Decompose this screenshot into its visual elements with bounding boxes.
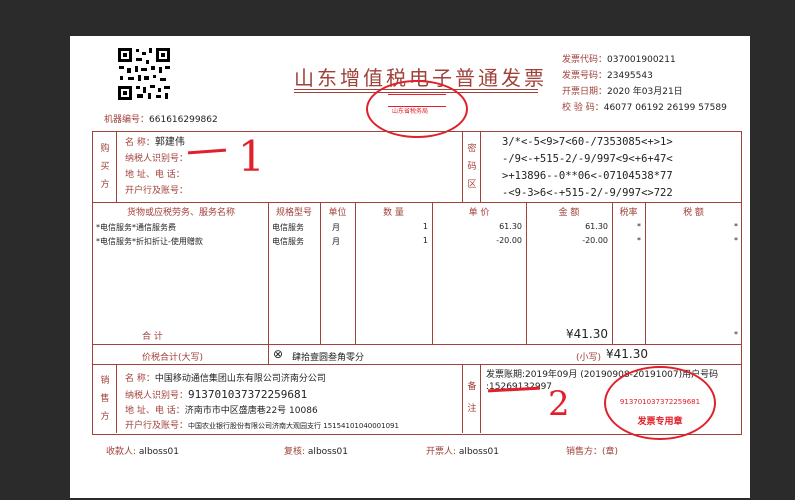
date-label: 开票日期：	[562, 87, 608, 97]
col-header-spec: 规格型号	[275, 208, 312, 218]
sum-amount: ¥41.30	[566, 327, 608, 341]
issuer-label: 开票人:	[426, 447, 457, 457]
buyer-fields: 名 称：郭建伟 纳税人识别号： 地 址、电 话： 开户行及账号：	[125, 135, 188, 199]
total-bottom-line	[92, 364, 742, 365]
review-label: 复核:	[284, 447, 306, 457]
buyer-name: 郭建伟	[154, 137, 185, 148]
machine-no-label: 机器编号：	[104, 115, 150, 125]
company-seal-no: 913701037372259681	[619, 398, 701, 406]
item-name: *电信服务*通信服务费	[96, 223, 176, 232]
buyer-tax-label: 纳税人识别号：	[125, 154, 189, 164]
date-value: 2020 年03月21日	[607, 87, 683, 97]
sum-label: 合 计	[142, 332, 163, 342]
col-header-rate: 税率	[619, 208, 638, 218]
pw-line: -/9<-+515-2/-9/997<9<+6+47<	[502, 153, 673, 165]
item-tax: *	[734, 222, 738, 231]
payee-value: alboss01	[138, 447, 179, 457]
buyer-bank-label: 开户行及账号：	[125, 186, 189, 196]
seller-bank-label: 开户行及账号：	[125, 421, 189, 431]
pw-label-divider	[480, 131, 481, 202]
item-price: 61.30	[499, 222, 522, 231]
item-unit: 月	[332, 237, 340, 246]
total-upper: 肆拾壹圆叁角零分	[292, 353, 365, 363]
total-lower-label: (小写)	[576, 353, 602, 363]
footer-issuer: 开票人: alboss01	[426, 444, 499, 457]
seller-tax-label: 纳税人识别号：	[125, 391, 189, 401]
password-area: 3/*<-5<9>7<60-/7353085<+>1> -/9<-+515-2/…	[502, 134, 673, 202]
item-rate: *	[637, 236, 641, 245]
pen-mark-1: 1	[238, 132, 265, 181]
invoice-page: 机器编号：661616299862 山东增值税电子普通发票 山东省税务局 发票代…	[70, 36, 750, 498]
check-label: 校 验 码：	[562, 103, 604, 113]
item-spec: 电信服务	[272, 223, 304, 232]
seller-name-label: 名 称：	[125, 374, 155, 384]
seller-side-label: 销 售 方	[100, 376, 110, 422]
check-value: 46077 06192 26199 57589	[603, 103, 727, 113]
remark-label-divider	[480, 364, 481, 433]
remark-side-label: 备 注	[467, 382, 477, 414]
footer-payee: 收款人: alboss01	[106, 444, 179, 457]
sum-tax: *	[734, 330, 738, 339]
pw-side-label: 密 码 区	[467, 144, 477, 190]
seller-name: 中国移动通信集团山东有限公司济南分公司	[154, 374, 326, 384]
total-top-line	[92, 344, 742, 345]
col-header-tax: 税 额	[683, 208, 704, 218]
item-tax: *	[734, 236, 738, 245]
seller-fields: 名 称：中国移动通信集团山东有限公司济南分公司 纳税人识别号：913701037…	[125, 372, 399, 434]
total-label: 价税合计(大写)	[142, 353, 204, 363]
col-header-name: 货物或应税劳务、服务名称	[126, 208, 235, 218]
seller-side-divider	[116, 364, 117, 433]
buyer-side-divider	[116, 131, 117, 202]
seller-addr-label: 地 址、电 话：	[125, 406, 185, 416]
total-divider	[268, 344, 269, 364]
col-header-unit: 单位	[328, 208, 347, 218]
footer-review: 复核: alboss01	[284, 444, 348, 457]
header-info: 发票代码：037001900211 发票号码：23495543 开票日期：202…	[562, 52, 727, 116]
col-line-unit	[320, 202, 321, 344]
item-amount: -20.00	[582, 236, 608, 245]
buyer-name-label: 名 称：	[125, 138, 155, 148]
issuer-value: alboss01	[458, 447, 499, 457]
tax-seal-text: 山东省税务局	[392, 108, 429, 115]
seller-remark-divider	[462, 364, 463, 433]
machine-no-value: 661616299862	[149, 115, 218, 125]
item-qty: 1	[422, 236, 428, 245]
seller-tax: 913701037372259681	[188, 388, 308, 401]
review-value: alboss01	[307, 447, 348, 457]
col-header-qty: 数 量	[383, 208, 404, 218]
number-value: 23495543	[607, 71, 653, 81]
machine-no: 机器编号：661616299862	[104, 112, 218, 125]
col-line-spec	[268, 202, 269, 344]
buyer-side-label: 购 买 方	[100, 144, 110, 190]
code-label: 发票代码：	[562, 55, 608, 65]
item-name: *电信服务*折扣折让-使用赠款	[96, 237, 203, 246]
total-lower: ¥41.30	[606, 347, 648, 361]
pen-mark-2: 2	[548, 384, 570, 424]
item-price: -20.00	[496, 236, 522, 245]
payee-label: 收款人:	[106, 447, 137, 457]
pw-line: 3/*<-5<9>7<60-/7353085<+>1>	[502, 136, 673, 148]
seller-addr: 济南市市中区盛唐巷22号 10086	[184, 406, 318, 416]
item-amount: 61.30	[585, 222, 608, 231]
tax-seal: 山东省税务局	[366, 80, 468, 138]
pw-line: -<9-3>6<-+515-2/-9/997<>722	[502, 187, 673, 199]
item-rate: *	[637, 222, 641, 231]
company-seal: 913701037372259681 发票专用章	[604, 366, 716, 440]
item-unit: 月	[332, 223, 340, 232]
footer-seller-seal: 销售方：(章)	[566, 447, 619, 457]
col-header-price: 单 价	[468, 208, 490, 218]
buyer-addr-label: 地 址、电 话：	[125, 170, 185, 180]
item-spec: 电信服务	[272, 237, 304, 246]
number-label: 发票号码：	[562, 71, 608, 81]
code-value: 037001900211	[607, 55, 676, 65]
circle-x-icon: ⊗	[273, 347, 284, 361]
pw-line: >+13896--0**06<-07104538*77	[502, 170, 673, 182]
qr-code	[116, 46, 172, 102]
buyer-pw-divider	[462, 131, 463, 202]
company-seal-label: 发票专用章	[637, 417, 683, 427]
item-qty: 1	[422, 222, 428, 231]
col-header-amount: 金 额	[558, 208, 580, 218]
seller-bank: 中国农业银行股份有限公司济南大观园支行 15154101040001091	[188, 422, 399, 430]
